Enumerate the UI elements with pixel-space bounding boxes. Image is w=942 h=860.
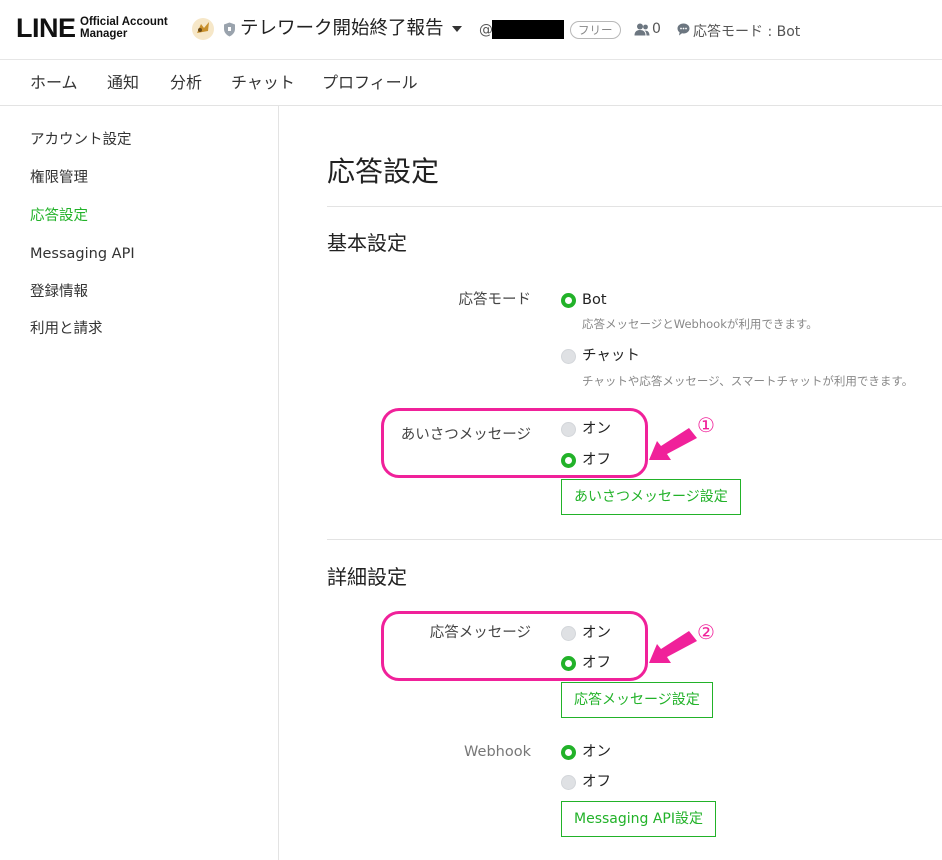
account-name[interactable]: テレワーク開始終了報告 (240, 16, 444, 42)
logo-subtitle: Official Account Manager (80, 16, 168, 40)
bot-description: 応答メッセージとWebhookが利用できます。 (582, 317, 818, 331)
radio-label: Bot (582, 292, 607, 308)
annotation-number-1: ① (697, 413, 715, 437)
top-nav: ホーム 通知 分析 チャット プロフィール (0, 60, 942, 106)
response-mode-bot-radio[interactable]: Bot (561, 290, 607, 310)
response-mode-label: 応答モード (458, 292, 532, 308)
sidebar-item-response-settings[interactable]: 応答設定 (30, 206, 88, 226)
radio-unselected-icon (561, 774, 576, 790)
radio-unselected-icon (561, 348, 576, 364)
response-mode-status[interactable]: 応答モード : Bot (693, 21, 800, 41)
annotation-arrow-icon (649, 428, 697, 460)
friends-count: 0 (652, 21, 661, 37)
webhook-label: Webhook (464, 744, 531, 760)
account-id-prefix: @ (479, 22, 493, 38)
annotation-highlight-1 (381, 408, 648, 478)
webhook-off-radio[interactable]: オフ (561, 772, 611, 792)
radio-label: オフ (582, 774, 611, 790)
main-content: 応答設定 基本設定 応答モード Bot 応答メッセージとWebhookが利用でき… (280, 106, 942, 860)
logo-subtitle-line-2: Manager (80, 28, 128, 40)
account-id-redaction (492, 20, 564, 39)
divider (327, 206, 942, 207)
nav-item-chat[interactable]: チャット (231, 72, 295, 94)
radio-selected-icon (561, 292, 576, 308)
sidebar-item-registration-info[interactable]: 登録情報 (30, 282, 88, 302)
radio-label: チャット (582, 348, 640, 364)
nav-item-profile[interactable]: プロフィール (322, 72, 418, 94)
auto-reply-settings-button[interactable]: 応答メッセージ設定 (561, 682, 713, 718)
settings-sidebar: アカウント設定 権限管理 応答設定 Messaging API 登録情報 利用と… (0, 106, 279, 860)
sidebar-item-usage-billing[interactable]: 利用と請求 (30, 319, 103, 339)
friends-icon (634, 23, 650, 36)
nav-item-analytics[interactable]: 分析 (170, 72, 202, 94)
page-title: 応答設定 (327, 155, 440, 188)
logo-subtitle-line-1: Official Account (80, 16, 168, 28)
sidebar-item-account-settings[interactable]: アカウント設定 (30, 130, 132, 150)
chat-description: チャットや応答メッセージ、スマートチャットが利用できます。 (582, 374, 914, 388)
divider (327, 539, 942, 540)
sidebar-item-messaging-api[interactable]: Messaging API (30, 244, 135, 264)
chevron-down-icon[interactable] (452, 26, 462, 32)
line-logo[interactable]: LINE (16, 13, 76, 43)
shield-icon (224, 22, 235, 37)
section-title-advanced: 詳細設定 (327, 565, 407, 589)
account-avatar-icon[interactable] (191, 17, 215, 41)
chat-bubble-icon (677, 23, 690, 36)
section-title-basic: 基本設定 (327, 231, 407, 255)
response-mode-chat-radio[interactable]: チャット (561, 346, 640, 366)
annotation-arrow-icon (649, 631, 697, 663)
webhook-on-radio[interactable]: オン (561, 742, 611, 762)
messaging-api-settings-button[interactable]: Messaging API設定 (561, 801, 716, 837)
annotation-number-2: ② (697, 620, 715, 644)
radio-label: オン (582, 744, 611, 760)
plan-badge: フリー (570, 21, 621, 39)
nav-item-home[interactable]: ホーム (30, 72, 78, 94)
sidebar-item-permissions[interactable]: 権限管理 (30, 168, 88, 188)
greeting-settings-button[interactable]: あいさつメッセージ設定 (561, 479, 741, 515)
app-header: LINE Official Account Manager テレワーク開始終了報… (0, 0, 942, 60)
annotation-highlight-2 (381, 611, 648, 681)
radio-selected-icon (561, 744, 576, 760)
nav-item-notifications[interactable]: 通知 (107, 72, 139, 94)
